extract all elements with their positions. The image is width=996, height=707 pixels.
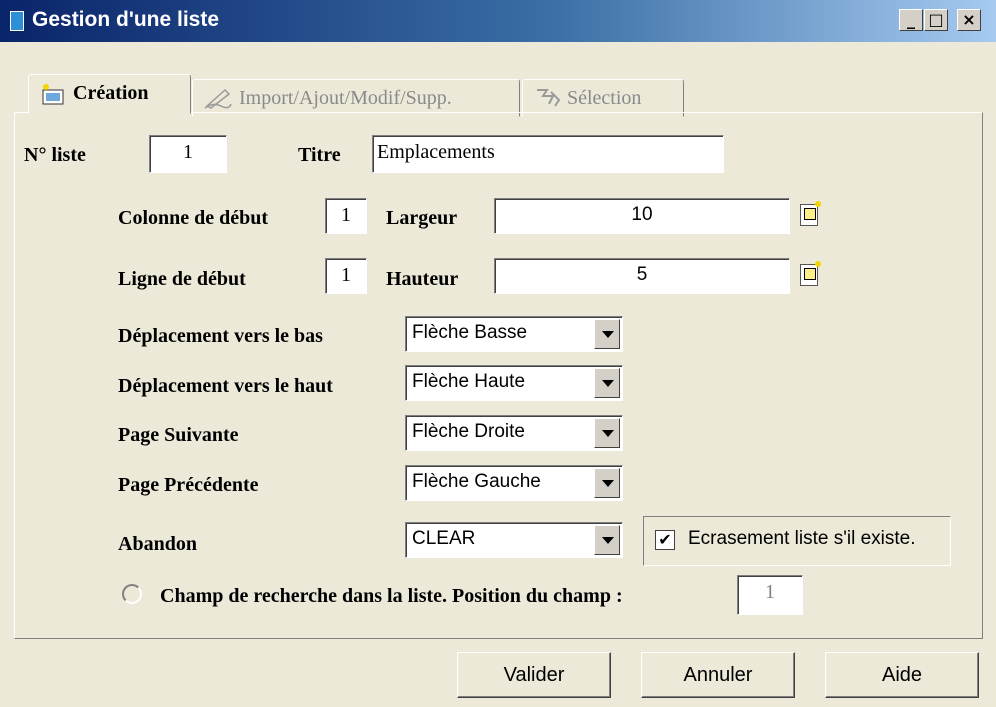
height-picker-icon[interactable] <box>800 261 821 286</box>
help-button[interactable]: Aide <box>825 652 979 698</box>
tab-selection-label: Sélection <box>567 87 642 109</box>
chevron-down-icon[interactable] <box>594 525 620 555</box>
chevron-down-icon[interactable] <box>594 418 620 448</box>
next-page-select[interactable]: Flèche Droite <box>405 415 623 451</box>
search-position-field[interactable]: 1 <box>737 575 803 615</box>
close-button[interactable]: × <box>957 9 981 31</box>
tab-creation-label: Création <box>73 82 149 104</box>
app-icon <box>10 11 24 31</box>
validate-button[interactable]: Valider <box>457 652 611 698</box>
pen-icon <box>204 88 232 109</box>
chevron-down-icon[interactable] <box>594 468 620 498</box>
search-field-radio[interactable] <box>122 584 142 604</box>
height-field[interactable]: 5 <box>494 258 790 294</box>
window-title: Gestion d'une liste <box>32 8 220 31</box>
list-number-label: N° liste <box>24 144 86 166</box>
creation-icon <box>42 84 64 105</box>
move-up-label: Déplacement vers le haut <box>118 375 333 397</box>
list-number-field[interactable]: 1 <box>149 135 227 173</box>
start-row-label: Ligne de début <box>118 268 246 290</box>
title-bar[interactable]: Gestion d'une liste _ □ × <box>0 0 996 42</box>
move-up-select[interactable]: Flèche Haute <box>405 365 623 401</box>
selection-icon <box>537 89 561 107</box>
overwrite-label: Ecrasement liste s'il existe. <box>688 528 916 549</box>
chevron-down-icon[interactable] <box>594 319 620 349</box>
start-column-field[interactable]: 1 <box>325 198 367 234</box>
start-row-field[interactable]: 1 <box>325 258 367 294</box>
width-label: Largeur <box>386 207 458 229</box>
next-page-label: Page Suivante <box>118 424 239 446</box>
tab-creation[interactable]: Création <box>28 74 191 114</box>
height-label: Hauteur <box>386 268 459 290</box>
minimize-button[interactable]: _ <box>899 9 923 31</box>
title-label: Titre <box>298 144 341 166</box>
start-column-label: Colonne de début <box>118 207 269 229</box>
width-field[interactable]: 10 <box>494 198 790 234</box>
chevron-down-icon[interactable] <box>594 368 620 398</box>
previous-page-label: Page Précédente <box>118 474 259 496</box>
abandon-label: Abandon <box>118 533 197 555</box>
abandon-select[interactable]: CLEAR <box>405 522 623 558</box>
cancel-button[interactable]: Annuler <box>641 652 795 698</box>
move-down-label: Déplacement vers le bas <box>118 325 323 347</box>
search-field-label: Champ de recherche dans la liste. Positi… <box>160 585 623 607</box>
width-picker-icon[interactable] <box>800 201 821 226</box>
maximize-button[interactable]: □ <box>924 9 948 31</box>
previous-page-select[interactable]: Flèche Gauche <box>405 465 623 501</box>
title-field[interactable]: Emplacements <box>372 135 724 173</box>
move-down-select[interactable]: Flèche Basse <box>405 316 623 352</box>
tab-import-label: Import/Ajout/Modif/Supp. <box>239 87 452 109</box>
overwrite-checkbox[interactable]: ✔ <box>655 530 675 550</box>
dialog-window: Gestion d'une liste _ □ × Création Impor… <box>0 0 996 707</box>
